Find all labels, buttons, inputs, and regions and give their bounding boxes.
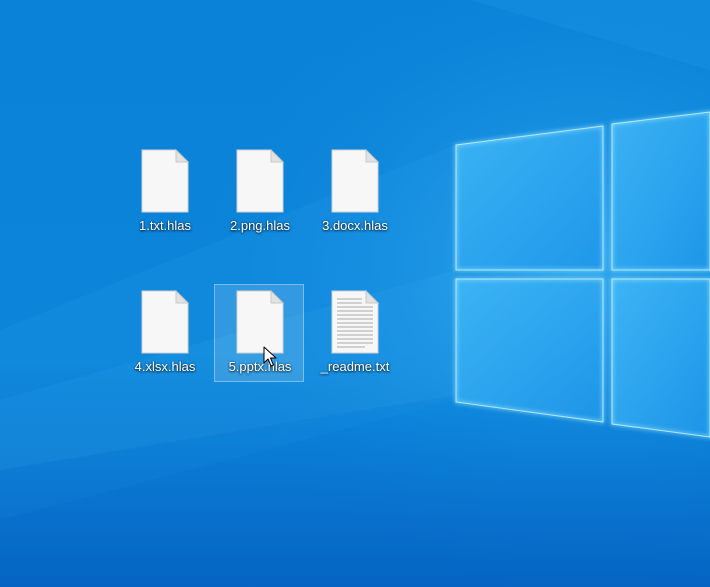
desktop-file-4-xlsx-hlas[interactable]: 4.xlsx.hlas [119,284,209,382]
blank-file-icon [141,149,189,213]
blank-file-icon [141,290,189,354]
blank-file-icon [236,290,284,354]
file-label: 2.png.hlas [230,218,290,233]
file-label: _readme.txt [320,359,390,374]
file-label: 1.txt.hlas [138,218,192,233]
blank-file-icon [331,149,379,213]
desktop-file-5-pptx-hlas[interactable]: 5.pptx.hlas [214,284,304,382]
desktop[interactable]: 1.txt.hlas 2.png.hlas 3.docx.hlas 4.xlsx… [0,0,710,587]
desktop-file-readme-txt[interactable]: _readme.txt [309,284,399,382]
file-label: 5.pptx.hlas [228,359,292,374]
desktop-file-3-docx-hlas[interactable]: 3.docx.hlas [309,143,399,241]
file-label: 4.xlsx.hlas [134,359,196,374]
file-label: 3.docx.hlas [322,218,388,233]
arrow-pointer-icon [263,346,277,367]
desktop-file-2-png-hlas[interactable]: 2.png.hlas [214,143,304,241]
desktop-file-1-txt-hlas[interactable]: 1.txt.hlas [119,143,209,241]
blank-file-icon [236,149,284,213]
text-document-icon [331,290,379,354]
